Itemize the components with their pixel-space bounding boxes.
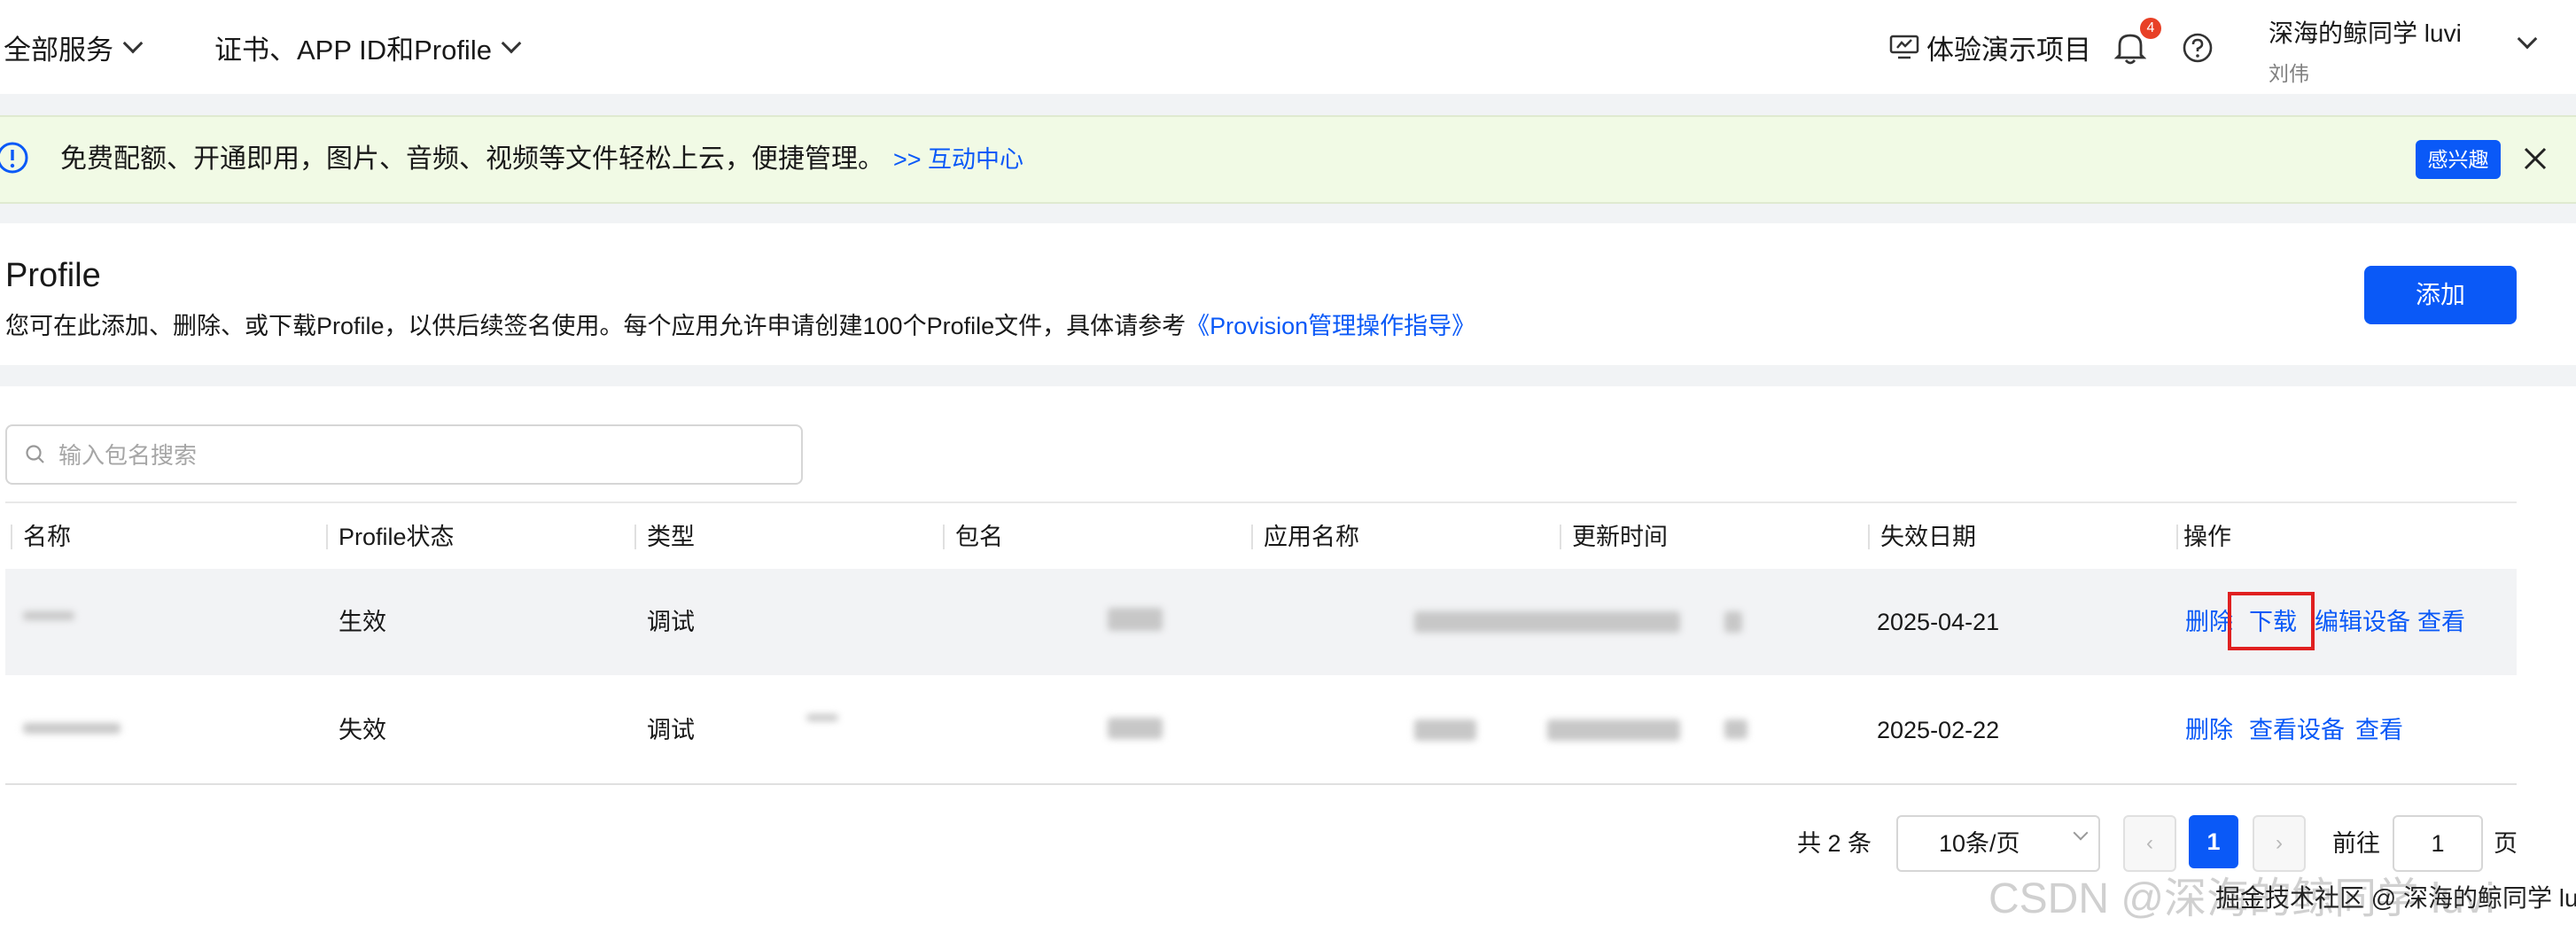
column-header-updated: 更新时间: [1572, 524, 1668, 550]
column-header-package: 包名: [955, 524, 1003, 550]
demo-screen-icon: [1889, 35, 1919, 59]
redacted-app-name: [1414, 719, 1476, 741]
chevron-down-icon: [122, 33, 144, 54]
redacted-name: [23, 723, 121, 734]
table-row: 生效 调试 2025-04-21 删除 下载 编辑设备 查看: [5, 569, 2517, 675]
view-action[interactable]: 查看: [2417, 569, 2465, 675]
status-cell: 生效: [339, 609, 386, 635]
page-number-current[interactable]: 1: [2189, 815, 2238, 868]
redacted-updated-time: [1547, 719, 1680, 741]
column-divider: [943, 525, 945, 549]
column-divider: [1251, 525, 1253, 549]
provision-guide-link[interactable]: 《Provision管理操作指导》: [1186, 313, 1475, 339]
notification-badge: 4: [2140, 18, 2161, 39]
redacted-package: [1108, 608, 1163, 631]
expiry-cell: 2025-04-21: [1877, 609, 2000, 635]
column-header-type: 类型: [647, 524, 695, 550]
interactive-center-link[interactable]: >> 互动中心: [893, 117, 1023, 202]
page-description: 您可在此添加、删除、或下载Profile，以供后续签名使用。每个应用允许申请创建…: [5, 307, 1475, 341]
edit-devices-action[interactable]: 编辑设备: [2315, 569, 2410, 675]
column-header-status: Profile状态: [339, 524, 455, 550]
column-header-app-name: 应用名称: [1264, 524, 1359, 550]
view-action[interactable]: 查看: [2355, 677, 2403, 783]
delete-action[interactable]: 删除: [2185, 677, 2233, 783]
search-input[interactable]: [57, 439, 769, 472]
add-profile-button[interactable]: 添加: [2364, 266, 2517, 324]
package-search-box[interactable]: [5, 424, 803, 485]
column-header-actions: 操作: [2183, 524, 2231, 550]
column-divider: [1560, 525, 1561, 549]
user-name[interactable]: 深海的鲸同学 luvi: [2269, 14, 2462, 50]
help-icon[interactable]: [2182, 32, 2214, 64]
page-size-value: 10条/页: [1939, 830, 2020, 857]
page-header-card: [0, 223, 2576, 365]
column-divider: [2176, 525, 2178, 549]
column-divider: [1868, 525, 1870, 549]
notice-text: 免费配额、开通即用，图片、音频、视频等文件轻松上云，便捷管理。: [60, 144, 884, 174]
column-divider: [11, 525, 12, 549]
cert-appid-profile-menu[interactable]: 证书、APP ID和Profile: [214, 0, 522, 94]
redacted-name: [23, 611, 74, 620]
bell-icon[interactable]: [2114, 30, 2146, 66]
user-subname: 刘伟: [2269, 62, 2309, 85]
all-services-label: 全部服务: [4, 34, 113, 66]
cert-menu-label: 证书、APP ID和Profile: [214, 34, 492, 66]
all-services-menu[interactable]: 全部服务: [4, 0, 144, 94]
juejin-watermark: 掘金技术社区 @ 深海的鲸同学 luvi: [2215, 884, 2576, 912]
total-count: 共 2 条: [1797, 830, 1872, 857]
demo-project-link[interactable]: 体验演示项目: [1889, 0, 2091, 94]
notice-banner: 免费配额、开通即用，图片、音频、视频等文件轻松上云，便捷管理。 >> 互动中心 …: [0, 115, 2576, 204]
redacted-updated-time: [1724, 719, 1747, 739]
interest-button[interactable]: 感兴趣: [2416, 140, 2501, 179]
table-row: 失效 调试 2025-02-22 删除 查看设备 查看: [5, 677, 2517, 785]
page-title: Profile: [5, 257, 101, 294]
demo-project-label: 体验演示项目: [1926, 34, 2091, 66]
download-highlight-box: [2228, 592, 2315, 650]
chevron-down-icon: [501, 33, 522, 54]
view-devices-action[interactable]: 查看设备: [2249, 677, 2345, 783]
type-cell: 调试: [647, 717, 695, 743]
expiry-cell: 2025-02-22: [1877, 717, 2000, 743]
type-cell: 调试: [647, 609, 695, 635]
column-divider: [634, 525, 636, 549]
search-icon: [26, 445, 44, 463]
column-header-name: 名称: [23, 524, 71, 550]
delete-action[interactable]: 删除: [2185, 569, 2233, 675]
redacted-package: [1108, 718, 1163, 739]
page-suffix: 页: [2494, 830, 2518, 857]
column-header-expiry: 失效日期: [1880, 524, 1976, 550]
close-icon[interactable]: [2522, 145, 2549, 172]
info-icon: [0, 142, 28, 174]
status-cell: 失效: [339, 717, 386, 743]
redacted-app-name: [1414, 611, 1680, 633]
redacted-package: [806, 714, 838, 721]
column-divider: [326, 525, 328, 549]
table-header: 名称 Profile状态 类型 包名 应用名称 更新时间 失效日期 操作: [5, 501, 2517, 571]
redacted-updated-time: [1724, 611, 1742, 633]
page-description-text: 您可在此添加、删除、或下载Profile，以供后续签名使用。每个应用允许申请创建…: [5, 313, 1187, 339]
chevron-down-icon: [2073, 825, 2089, 841]
